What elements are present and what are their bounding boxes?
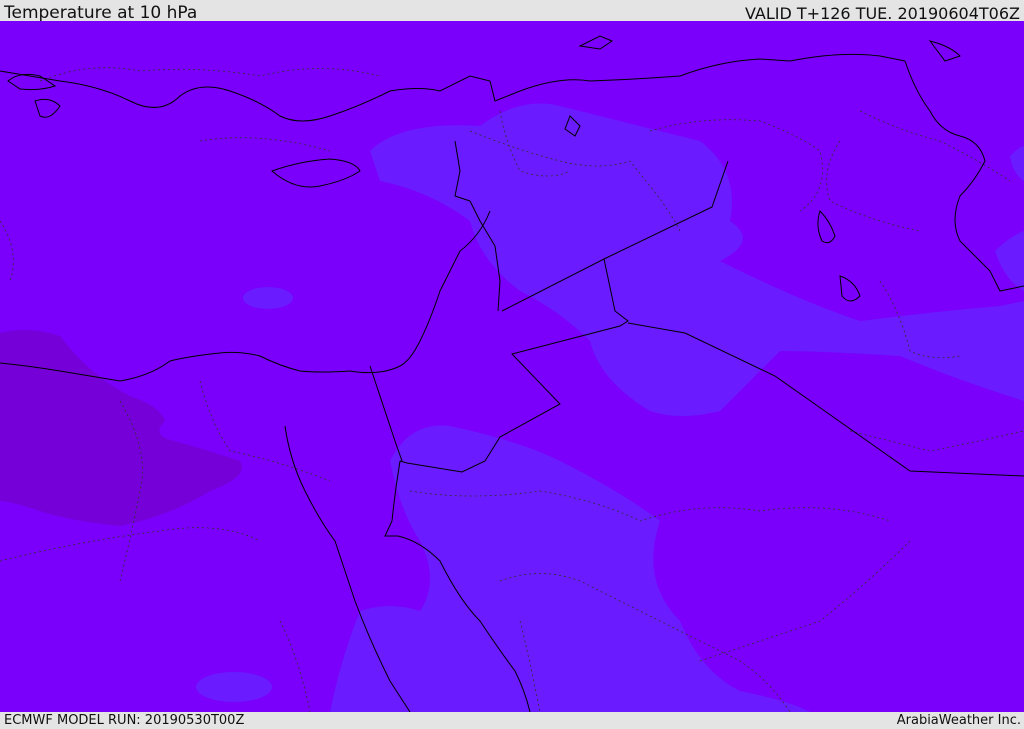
model-run: ECMWF MODEL RUN: 20190530T00Z: [4, 713, 245, 728]
map-canvas[interactable]: [0, 21, 1024, 712]
header-bar: Temperature at 10 hPa VALID T+126 TUE. 2…: [0, 0, 1024, 23]
map-svg: [0, 21, 1024, 712]
footer-bar: ECMWF MODEL RUN: 20190530T00Z ArabiaWeat…: [0, 712, 1024, 729]
credit-label: ArabiaWeather Inc.: [896, 713, 1021, 728]
map-title: Temperature at 10 hPa: [4, 3, 198, 23]
